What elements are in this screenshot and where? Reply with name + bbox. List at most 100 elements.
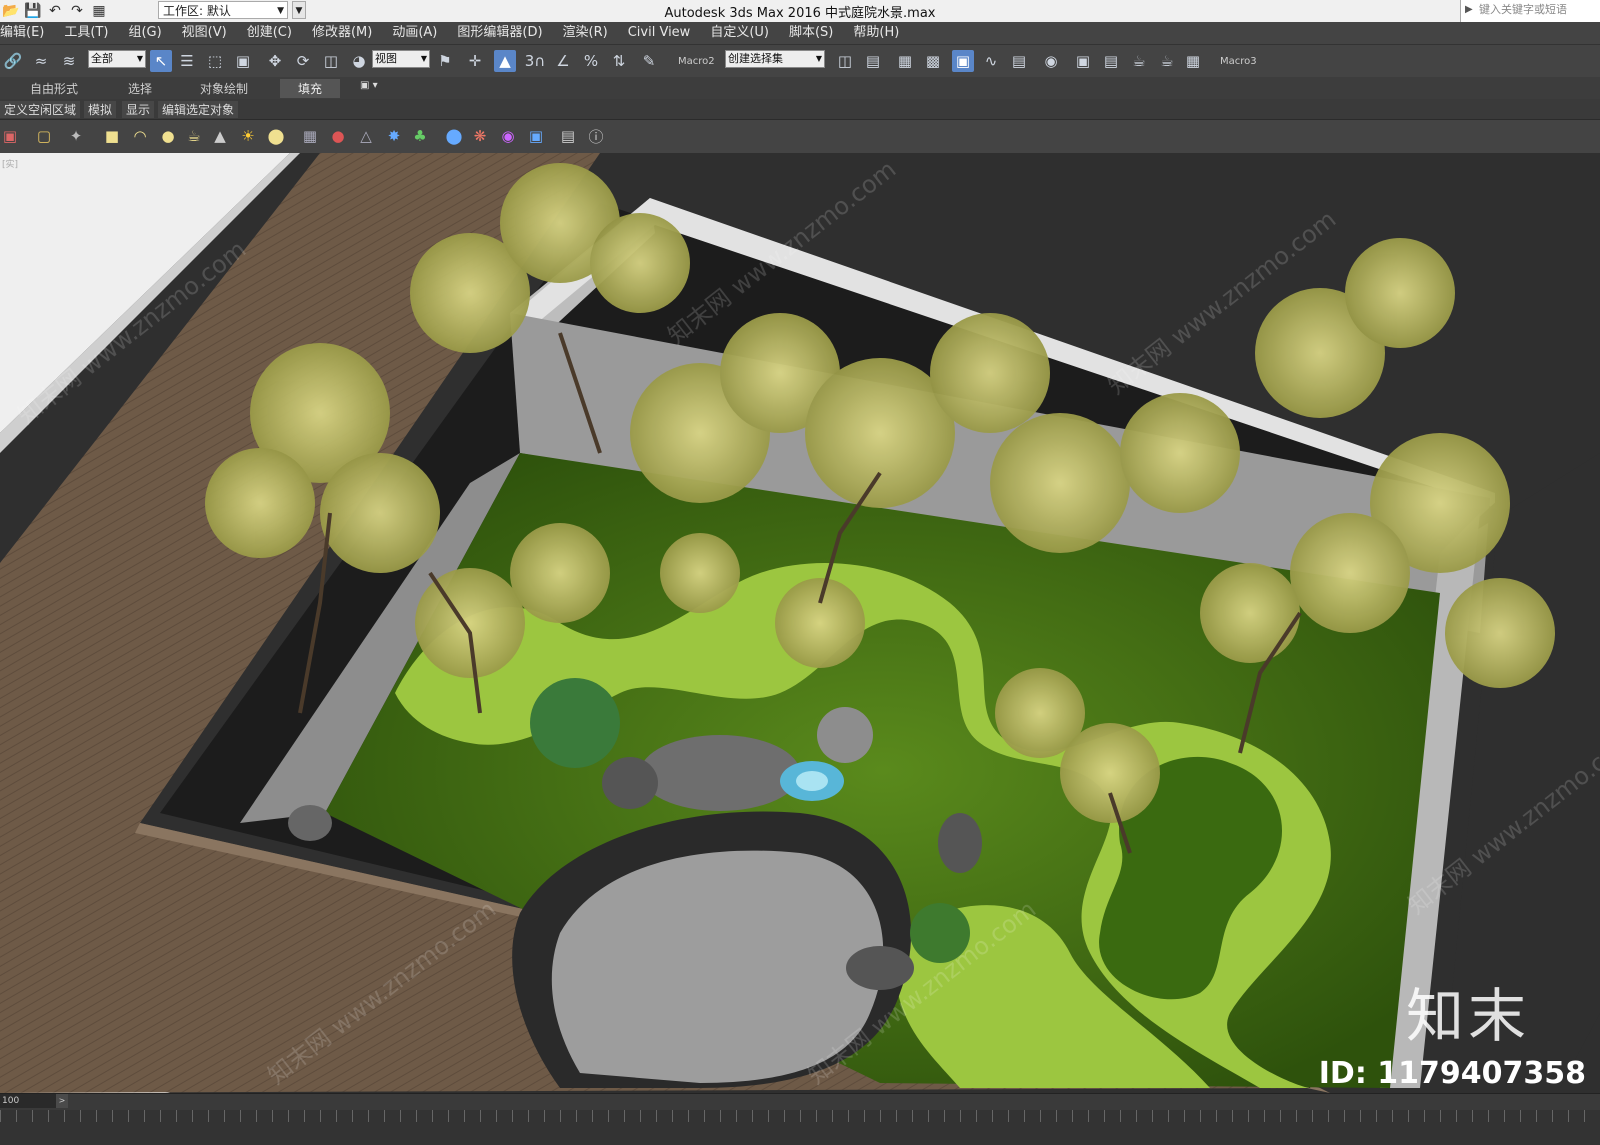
scale-icon[interactable]: ◫	[320, 50, 342, 72]
quick-access-toolbar: 📂 💾 ↶ ↷ ▦	[2, 2, 108, 20]
time-slider[interactable]: 100 >	[0, 1093, 1600, 1110]
cone-icon[interactable]: ▲	[210, 126, 230, 146]
selection-filter-dropdown[interactable]: 全部 ▼	[88, 50, 146, 68]
menu-group[interactable]: 组(G)	[118, 22, 171, 44]
menu-bar: 编辑(E) 工具(T) 组(G) 视图(V) 创建(C) 修改器(M) 动画(A…	[0, 22, 1600, 44]
track-bar[interactable]	[0, 1110, 1600, 1145]
menu-create[interactable]: 创建(C)	[237, 22, 302, 44]
ribbon-toggle-icon[interactable]: ▣	[952, 50, 974, 72]
camera-icon[interactable]: ▢	[34, 126, 54, 146]
redo-icon[interactable]: ↷	[68, 2, 86, 20]
rotate-icon[interactable]: ⟳	[292, 50, 314, 72]
menu-views[interactable]: 视图(V)	[172, 22, 237, 44]
project-folder-icon[interactable]: ▦	[90, 2, 108, 20]
menu-customize[interactable]: 自定义(U)	[700, 22, 779, 44]
toggle-scene-explorer-icon[interactable]: ▦	[894, 50, 916, 72]
tab-define-idle-areas[interactable]: 定义空闲区域	[0, 101, 81, 118]
mirror-icon[interactable]: ◫	[834, 50, 856, 72]
rectangular-selection-icon[interactable]: ⬚	[204, 50, 226, 72]
multi-material-icon[interactable]: ❋	[470, 126, 490, 146]
render-frame-icon[interactable]: ▣	[526, 126, 546, 146]
edit-named-selection-icon[interactable]: ✎	[638, 50, 660, 72]
sun-light-icon[interactable]: ☀	[238, 126, 258, 146]
menu-help[interactable]: 帮助(H)	[843, 22, 909, 44]
image-id: ID: 1179407358	[1318, 1056, 1586, 1091]
save-file-icon[interactable]: 💾	[24, 2, 42, 20]
settings-icon[interactable]: ▤	[558, 126, 578, 146]
menu-animation[interactable]: 动画(A)	[382, 22, 447, 44]
omni-light-icon[interactable]: ⬤	[266, 126, 286, 146]
menu-civil-view[interactable]: Civil View	[618, 22, 701, 44]
helper-icon[interactable]: ✦	[66, 126, 86, 146]
menu-edit[interactable]: 编辑(E)	[0, 22, 54, 44]
tab-freeform[interactable]: 自由形式	[30, 80, 78, 97]
spinner-snap-icon[interactable]: ⇅	[608, 50, 630, 72]
ribbon-options-icon[interactable]: ▣ ▾	[360, 80, 378, 91]
title-bar: 📂 💾 ↶ ↷ ▦ 工作区: 默认 ▼ ▼ Autodesk 3ds Max 2…	[0, 0, 1600, 22]
material-editor-icon[interactable]: ◉	[1040, 50, 1062, 72]
select-manipulate-icon[interactable]: ✛	[464, 50, 486, 72]
menu-tools[interactable]: 工具(T)	[54, 22, 118, 44]
viewport-label[interactable]: [实]	[2, 157, 18, 170]
box-icon[interactable]: ■	[102, 126, 122, 146]
menu-modifiers[interactable]: 修改器(M)	[302, 22, 382, 44]
menu-graph-editors[interactable]: 图形编辑器(D)	[447, 22, 552, 44]
unlink-icon[interactable]: ≈	[30, 50, 52, 72]
material-sphere-icon[interactable]: ⬤	[444, 126, 464, 146]
workspace-dropdown[interactable]: 工作区: 默认 ▼	[158, 1, 288, 19]
curve-editor-icon[interactable]: ∿	[980, 50, 1002, 72]
perspective-viewport[interactable]: [实] 知末网 www.znzmo.com 知末网 www.znzmo.com …	[0, 153, 1600, 1093]
tab-simulate[interactable]: 模拟	[84, 101, 117, 118]
forest-icon[interactable]: ♣	[410, 126, 430, 146]
tab-populate[interactable]: 填充	[280, 79, 341, 98]
place-icon[interactable]: ◕	[348, 50, 370, 72]
render-iterative-icon[interactable]: ☕	[1156, 50, 1178, 72]
menu-scripting[interactable]: 脚本(S)	[779, 22, 843, 44]
render-production-icon[interactable]: ☕	[1128, 50, 1150, 72]
percent-snap-icon[interactable]: %	[580, 50, 602, 72]
chevron-down-icon: ▼	[815, 54, 822, 63]
tab-edit-selected[interactable]: 编辑选定对象	[158, 101, 239, 118]
rendered-frame-window-icon[interactable]: ▤	[1100, 50, 1122, 72]
link-icon[interactable]: 🔗	[2, 50, 24, 72]
snaps-toggle-icon[interactable]: 3∩	[524, 50, 546, 72]
geometry-icon[interactable]: △	[356, 126, 376, 146]
help-icon[interactable]: ⓘ	[586, 126, 606, 146]
open-file-icon[interactable]: 📂	[2, 2, 20, 20]
hemisphere-icon[interactable]: ◠	[130, 126, 150, 146]
keyboard-shortcut-override-icon[interactable]: ▲	[494, 50, 516, 72]
render-icon[interactable]: ◉	[498, 126, 518, 146]
select-object-icon[interactable]: ↖	[150, 50, 172, 72]
undo-icon[interactable]: ↶	[46, 2, 64, 20]
reference-coordinate-dropdown[interactable]: 视图 ▼	[372, 50, 430, 68]
search-input[interactable]: ▶ 键入关键字或短语	[1460, 0, 1600, 22]
render-in-cloud-icon[interactable]: ▦	[1182, 50, 1204, 72]
workspace-menu-button[interactable]: ▼	[292, 1, 306, 19]
tab-object-paint[interactable]: 对象绘制	[200, 80, 248, 97]
named-selection-dropdown[interactable]: 创建选择集 ▼	[725, 50, 825, 68]
tab-display[interactable]: 显示	[122, 101, 155, 118]
scatter-icon[interactable]: ✸	[384, 126, 404, 146]
next-frame-button[interactable]: >	[56, 1094, 68, 1108]
schematic-view-icon[interactable]: ▤	[1008, 50, 1030, 72]
sphere-icon[interactable]: ●	[158, 126, 178, 146]
teapot-icon[interactable]: ☕	[184, 126, 204, 146]
render-setup-icon[interactable]: ▣	[1072, 50, 1094, 72]
move-icon[interactable]: ✥	[264, 50, 286, 72]
pivot-center-icon[interactable]: ⚑	[434, 50, 456, 72]
layer-manager-icon[interactable]: ▩	[922, 50, 944, 72]
tab-selection[interactable]: 选择	[128, 80, 152, 97]
particle-icon[interactable]: ●	[328, 126, 348, 146]
select-by-name-icon[interactable]: ☰	[176, 50, 198, 72]
menu-rendering[interactable]: 渲染(R)	[553, 22, 618, 44]
viewport-icon[interactable]: ▣	[0, 126, 20, 146]
macro2-label[interactable]: Macro2	[678, 56, 715, 67]
current-frame[interactable]: 100	[0, 1094, 56, 1108]
bind-space-warp-icon[interactable]: ≋	[58, 50, 80, 72]
angle-snap-icon[interactable]: ∠	[552, 50, 574, 72]
grid-icon[interactable]: ▦	[300, 126, 320, 146]
frame-ticks	[0, 1110, 1600, 1122]
macro3-label[interactable]: Macro3	[1220, 56, 1257, 67]
window-crossing-icon[interactable]: ▣	[232, 50, 254, 72]
align-icon[interactable]: ▤	[862, 50, 884, 72]
